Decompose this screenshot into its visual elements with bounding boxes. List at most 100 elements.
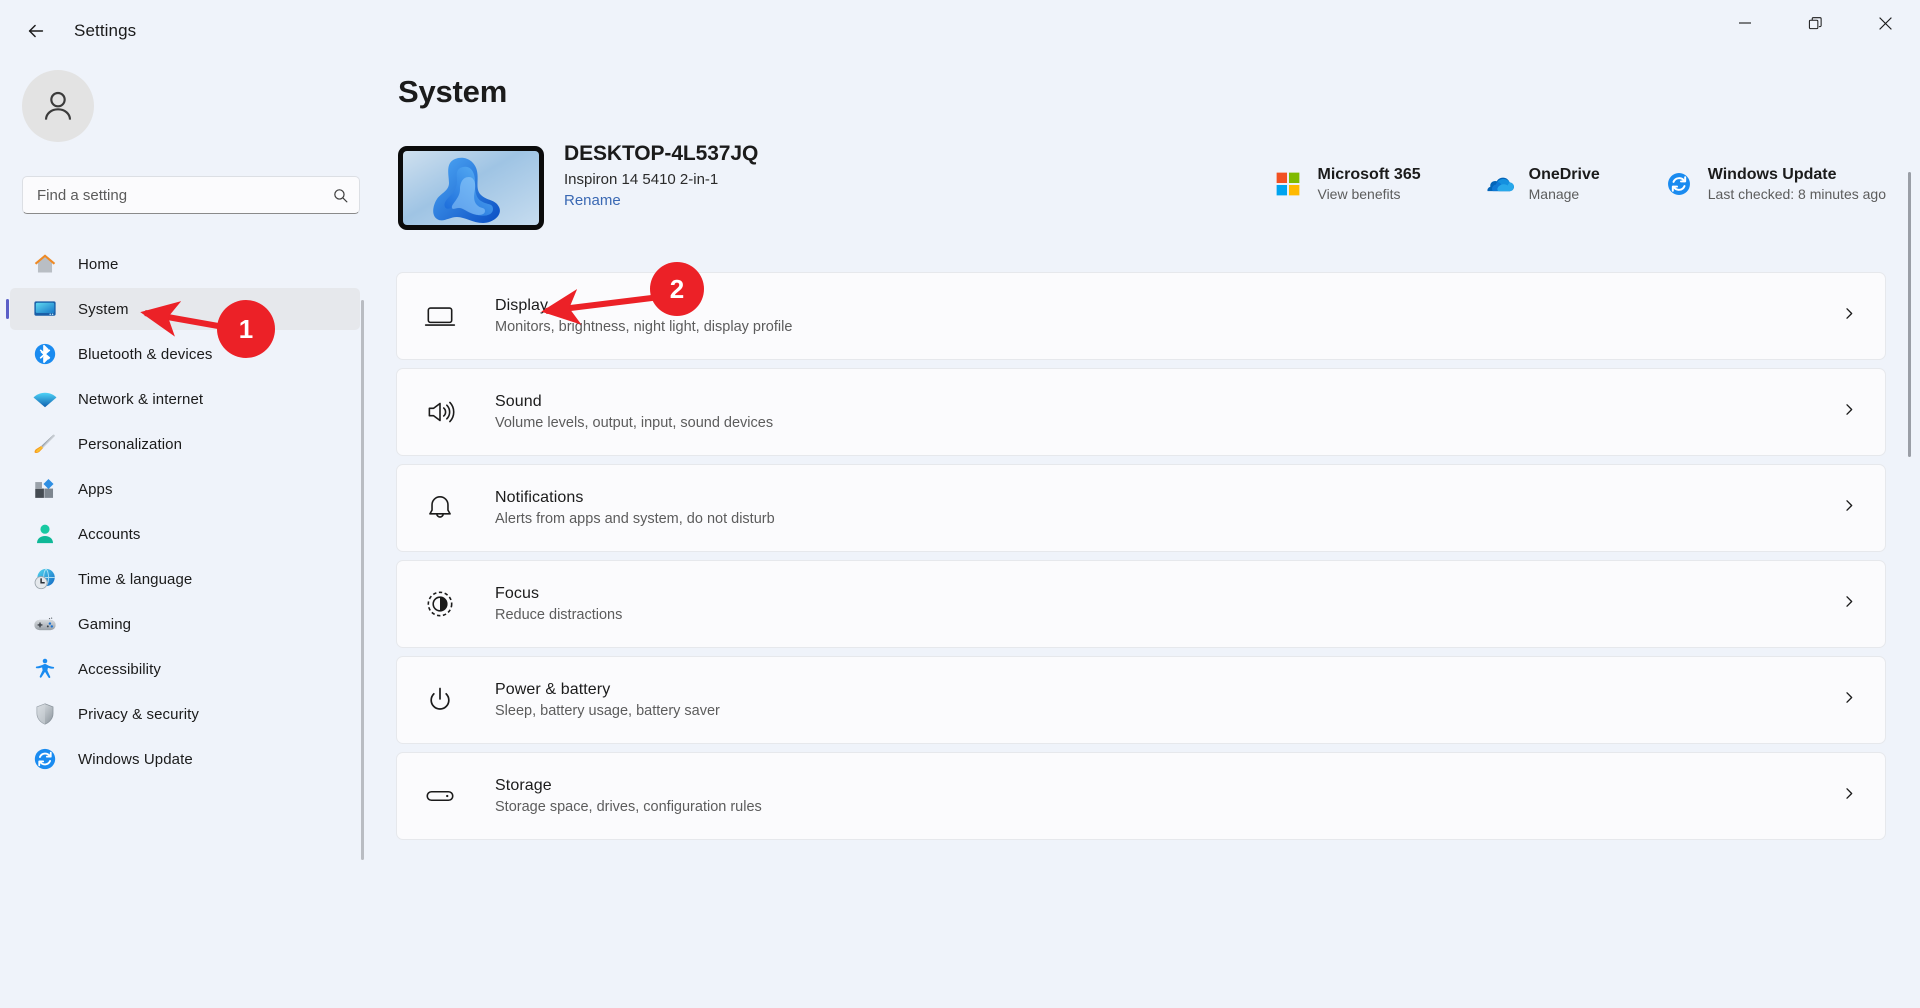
sidebar-item-label: Accounts [78, 525, 141, 543]
card-title: Sound [495, 393, 542, 410]
microsoft-logo-icon [1273, 169, 1303, 199]
sidebar-item-network-internet[interactable]: Network & internet [10, 378, 360, 420]
card-text: Sound Volume levels, output, input, sound… [495, 393, 773, 431]
sidebar-item-gaming[interactable]: Gaming [10, 603, 360, 645]
sidebar-item-label: Personalization [78, 435, 183, 453]
card-notifications[interactable]: Notifications Alerts from apps and system… [396, 464, 1886, 552]
bluetooth-icon [32, 341, 58, 367]
home-icon [32, 251, 58, 277]
minimize-button[interactable] [1710, 0, 1780, 46]
sidebar-item-accounts[interactable]: Accounts [10, 513, 360, 555]
bell-icon [423, 491, 457, 525]
clock-globe-icon [32, 566, 58, 592]
card-text: Focus Reduce distractions [495, 585, 622, 623]
chevron-right-icon [1841, 786, 1857, 807]
settings-cards: Display Monitors, brightness, night light… [396, 272, 1920, 840]
sidebar-item-label: System [78, 300, 129, 318]
quick-link-onedrive[interactable]: OneDrive Manage [1485, 166, 1600, 202]
quick-links: Microsoft 365 View benefits OneDrive Manage… [1273, 166, 1886, 202]
power-icon [423, 683, 457, 717]
card-text: Display Monitors, brightness, night light… [495, 297, 792, 335]
sidebar-item-bluetooth-devices[interactable]: Bluetooth & devices [10, 333, 360, 375]
sidebar-item-time-language[interactable]: Time & language [10, 558, 360, 600]
sidebar-item-apps[interactable]: Apps [10, 468, 360, 510]
sidebar-item-label: Home [78, 255, 119, 273]
windows-bloom-icon [433, 157, 500, 223]
card-storage[interactable]: Storage Storage space, drives, configurat… [396, 752, 1886, 840]
sidebar-item-label: Accessibility [78, 660, 161, 678]
quick-link-windows-update[interactable]: Windows Update Last checked: 8 minutes ag… [1664, 166, 1886, 202]
sidebar: Home System Bluetooth & devices Network & i… [0, 62, 380, 1008]
sidebar-item-system[interactable]: System [6, 288, 360, 330]
apps-icon [32, 476, 58, 502]
restore-icon [1808, 16, 1822, 29]
paintbrush-icon [32, 431, 58, 457]
card-subtitle: Sleep, battery usage, battery saver [495, 703, 720, 719]
card-subtitle: Storage space, drives, configuration rul… [495, 799, 762, 815]
card-focus[interactable]: Focus Reduce distractions [396, 560, 1886, 648]
quick-link-title: Windows Update [1707, 166, 1837, 183]
card-sound[interactable]: Sound Volume levels, output, input, sound… [396, 368, 1886, 456]
quick-link-text: OneDrive Manage [1529, 166, 1600, 202]
minimize-icon [1739, 22, 1751, 24]
page-title: System [398, 74, 508, 109]
main-content: System DESKTOP-4L537JQ Inspiron 14 5410 … [396, 62, 1920, 1008]
gamepad-icon [32, 611, 58, 637]
search-input-wrapper[interactable] [22, 176, 360, 214]
back-button[interactable] [14, 9, 58, 53]
device-thumbnail [398, 146, 544, 230]
quick-link-subtitle: Manage [1528, 186, 1580, 202]
display-icon [423, 299, 457, 333]
chevron-right-icon [1841, 402, 1857, 423]
card-subtitle: Alerts from apps and system, do not dist… [495, 511, 775, 527]
search-input[interactable] [37, 186, 332, 204]
maximize-button[interactable] [1780, 0, 1850, 46]
sidebar-item-label: Privacy & security [78, 705, 199, 723]
device-name: DESKTOP-4L537JQ [564, 142, 759, 165]
sidebar-item-windows-update[interactable]: Windows Update [10, 738, 360, 780]
rename-link[interactable]: Rename [564, 192, 621, 209]
quick-link-title: Microsoft 365 [1317, 166, 1421, 183]
update-icon [1664, 169, 1694, 199]
sidebar-nav: Home System Bluetooth & devices Network & i… [0, 240, 380, 1008]
speaker-icon [423, 395, 457, 429]
person-icon [44, 91, 72, 120]
quick-link-title: OneDrive [1528, 166, 1600, 183]
wifi-icon [32, 386, 58, 412]
settings-window: Settings Find a setting Home System Blue… [0, 0, 1920, 1008]
sidebar-scrollbar[interactable] [361, 300, 364, 860]
card-subtitle: Reduce distractions [495, 607, 623, 623]
wallpaper-image [403, 151, 539, 225]
sidebar-item-privacy-security[interactable]: Privacy & security [10, 693, 360, 735]
card-display[interactable]: Display Monitors, brightness, night light… [396, 272, 1886, 360]
accessibility-icon [32, 656, 58, 682]
quick-link-microsoft-365[interactable]: Microsoft 365 View benefits [1273, 166, 1421, 202]
card-subtitle: Monitors, brightness, night light, displ… [495, 319, 793, 335]
back-arrow-icon [28, 24, 44, 38]
main-scrollbar[interactable] [1908, 172, 1911, 457]
sidebar-item-label: Bluetooth & devices [78, 345, 213, 363]
system-icon [32, 296, 58, 322]
chevron-right-icon [1841, 306, 1857, 327]
close-button[interactable] [1850, 0, 1920, 46]
title-bar: Settings [0, 0, 1920, 62]
avatar[interactable] [22, 70, 94, 142]
close-icon [1878, 16, 1892, 30]
annotation-badge-2: 2 [650, 262, 704, 316]
person-icon [32, 521, 58, 547]
sidebar-item-personalization[interactable]: Personalization [10, 423, 360, 465]
chevron-right-icon [1841, 594, 1857, 615]
focus-icon [423, 587, 457, 621]
chevron-right-icon [1841, 690, 1857, 711]
sidebar-item-home[interactable]: Home [10, 243, 360, 285]
sidebar-item-label: Windows Update [78, 750, 193, 768]
card-text: Power & battery Sleep, battery usage, bat… [495, 681, 720, 719]
sidebar-item-accessibility[interactable]: Accessibility [10, 648, 360, 690]
card-title: Storage [495, 777, 552, 794]
storage-icon [423, 779, 457, 813]
sidebar-item-label: Time & language [78, 570, 193, 588]
card-subtitle: Volume levels, output, input, sound devi… [495, 415, 774, 431]
onedrive-icon [1485, 169, 1515, 199]
card-power-battery[interactable]: Power & battery Sleep, battery usage, bat… [396, 656, 1886, 744]
window-title: Settings [74, 21, 137, 40]
